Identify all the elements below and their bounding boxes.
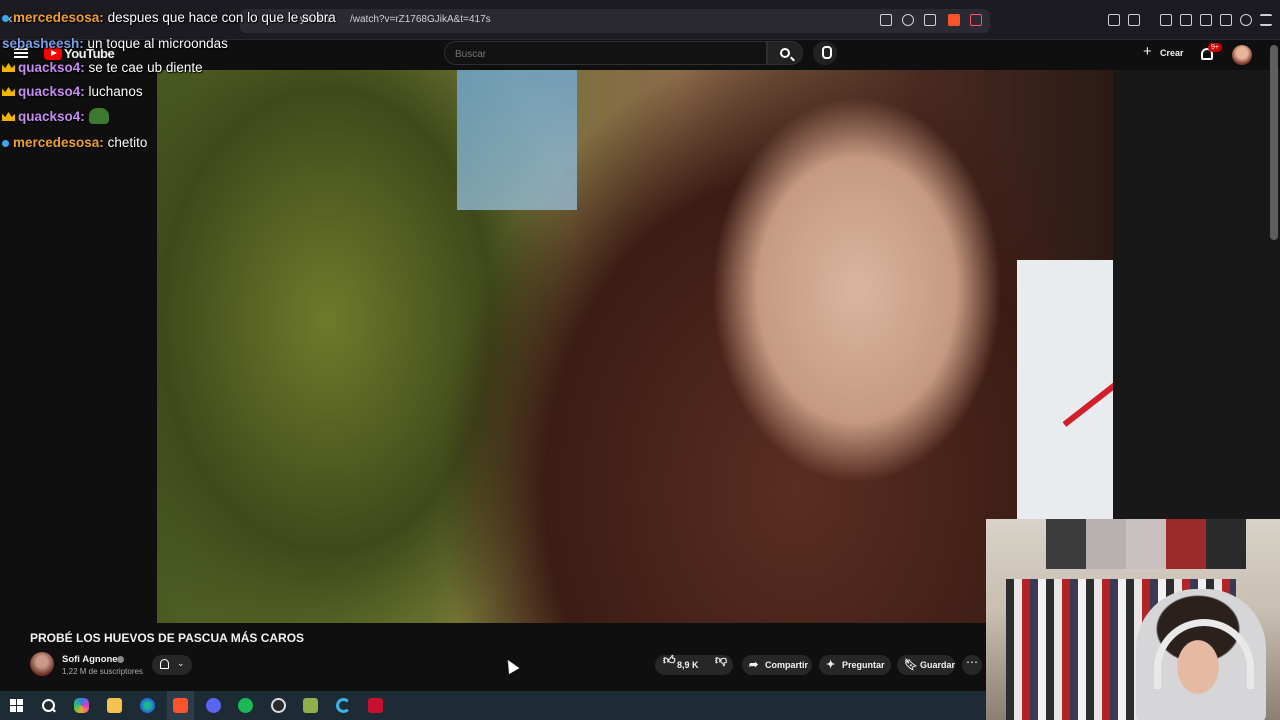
chat-username: mercedesosa: [13, 135, 104, 150]
more-actions-button[interactable]: ⋯ [962, 655, 982, 675]
obs-icon[interactable] [271, 698, 286, 713]
like-count[interactable]: 8,9 K [677, 660, 699, 670]
leo-icon[interactable] [1220, 14, 1232, 26]
voice-search-button[interactable] [813, 41, 837, 65]
notification-badge: 9+ [1208, 43, 1222, 52]
mouse-cursor-icon [502, 656, 520, 675]
copilot-icon[interactable] [74, 698, 89, 713]
search-button[interactable] [767, 41, 803, 65]
user-badge-icon [2, 140, 9, 147]
save-label: Guardar [920, 660, 956, 670]
address-bar[interactable]: youtub /watch?v=rZ1768GJikA&t=417s [240, 9, 990, 33]
save-button[interactable]: 🔖︎ Guardar [897, 655, 955, 675]
user-avatar[interactable] [1232, 45, 1252, 65]
chat-username: quackso4: [18, 60, 85, 75]
crown-icon [2, 63, 15, 72]
chat-message: quackso4: [2, 108, 109, 124]
chat-username: mercedesosa: [13, 10, 104, 25]
channel-avatar[interactable] [30, 652, 54, 676]
sparkle-icon: ✦ [826, 659, 836, 671]
app-icon[interactable] [336, 698, 351, 713]
like-dislike-group: 👍︎ 8,9 K 👎︎ [655, 653, 733, 675]
chat-text: chetito [103, 135, 148, 150]
crown-icon [2, 112, 15, 121]
share-button[interactable]: ➦ Compartir [742, 655, 812, 675]
plus-icon[interactable]: + [1143, 43, 1152, 60]
ask-label: Preguntar [842, 660, 885, 670]
webcam-posters [1046, 519, 1246, 569]
sidebar-icon[interactable] [1180, 14, 1192, 26]
chat-text: se te cae ub diente [84, 60, 203, 75]
vpn-icon[interactable] [1240, 14, 1252, 26]
chat-text: despues que hace con lo que le sobra [103, 10, 336, 25]
edge-icon[interactable] [140, 698, 155, 713]
bookmark-icon: 🔖︎ [904, 659, 918, 671]
chat-message: quackso4: se te cae ub diente [2, 60, 203, 75]
chat-text: luchanos [84, 84, 143, 99]
chat-message: sebasheesh: un toque al microondas [2, 36, 228, 51]
music-icon[interactable] [1160, 14, 1172, 26]
windows-start-icon[interactable] [9, 698, 24, 713]
search-input[interactable] [455, 47, 755, 61]
brave-shield-icon[interactable] [948, 14, 960, 26]
file-explorer-icon[interactable] [107, 698, 122, 713]
app-icon[interactable] [303, 698, 318, 713]
zoom-icon[interactable] [902, 14, 914, 26]
taskbar-search-icon[interactable] [41, 698, 56, 713]
chat-username: quackso4: [18, 84, 85, 99]
brave-browser-icon[interactable] [173, 698, 188, 713]
recommendations-sidebar [1113, 70, 1280, 520]
bell-icon [160, 659, 169, 669]
verified-icon [117, 656, 124, 663]
video-player[interactable] [157, 70, 1113, 623]
crown-icon [2, 87, 15, 96]
cast-icon[interactable] [880, 14, 892, 26]
discord-icon[interactable] [206, 698, 221, 713]
chat-text: un toque al microondas [83, 36, 228, 51]
share-arrow-icon: ➦ [749, 659, 759, 671]
chevron-down-icon: ⌄ [177, 658, 185, 668]
thumbs-up-icon[interactable]: 👍︎ [663, 653, 676, 668]
ask-button[interactable]: ✦ Preguntar [819, 655, 891, 675]
url-text[interactable]: /watch?v=rZ1768GJikA&t=417s [350, 14, 491, 25]
pepe-emote-icon [88, 108, 109, 124]
screenshot-icon[interactable] [1200, 14, 1212, 26]
page-scrollbar[interactable] [1270, 45, 1278, 240]
subscriber-count: 1,22 M de suscriptores [62, 667, 143, 676]
search-icon [780, 48, 790, 58]
search-box[interactable] [444, 41, 767, 65]
thumbs-down-icon[interactable]: 👎︎ [715, 653, 727, 668]
chat-username: quackso4: [18, 109, 85, 124]
menu-icon[interactable] [1260, 14, 1272, 26]
streamer-webcam [986, 519, 1280, 720]
chat-message: mercedesosa: chetito [2, 135, 147, 150]
rewards-icon[interactable] [970, 14, 982, 26]
wallet-icon[interactable] [1128, 14, 1140, 26]
share-label: Compartir [765, 660, 809, 670]
subscription-bell-button[interactable]: ⌄ [152, 655, 192, 675]
chat-username: sebasheesh: [2, 36, 84, 51]
app-icon[interactable] [368, 698, 383, 713]
user-badge-icon [2, 15, 9, 22]
extensions-icon[interactable] [1108, 14, 1120, 26]
windows-taskbar [0, 691, 986, 720]
chat-message: mercedesosa: despues que hace con lo que… [2, 10, 336, 25]
spotify-icon[interactable] [238, 698, 253, 713]
video-sky [457, 70, 577, 210]
chat-message: quackso4: luchanos [2, 84, 143, 99]
video-title: PROBÉ LOS HUEVOS DE PASCUA MÁS CAROS [30, 631, 305, 645]
create-button[interactable]: Crear [1160, 48, 1184, 58]
channel-name[interactable]: Sofi Agnone [62, 654, 118, 665]
share-icon[interactable] [924, 14, 936, 26]
